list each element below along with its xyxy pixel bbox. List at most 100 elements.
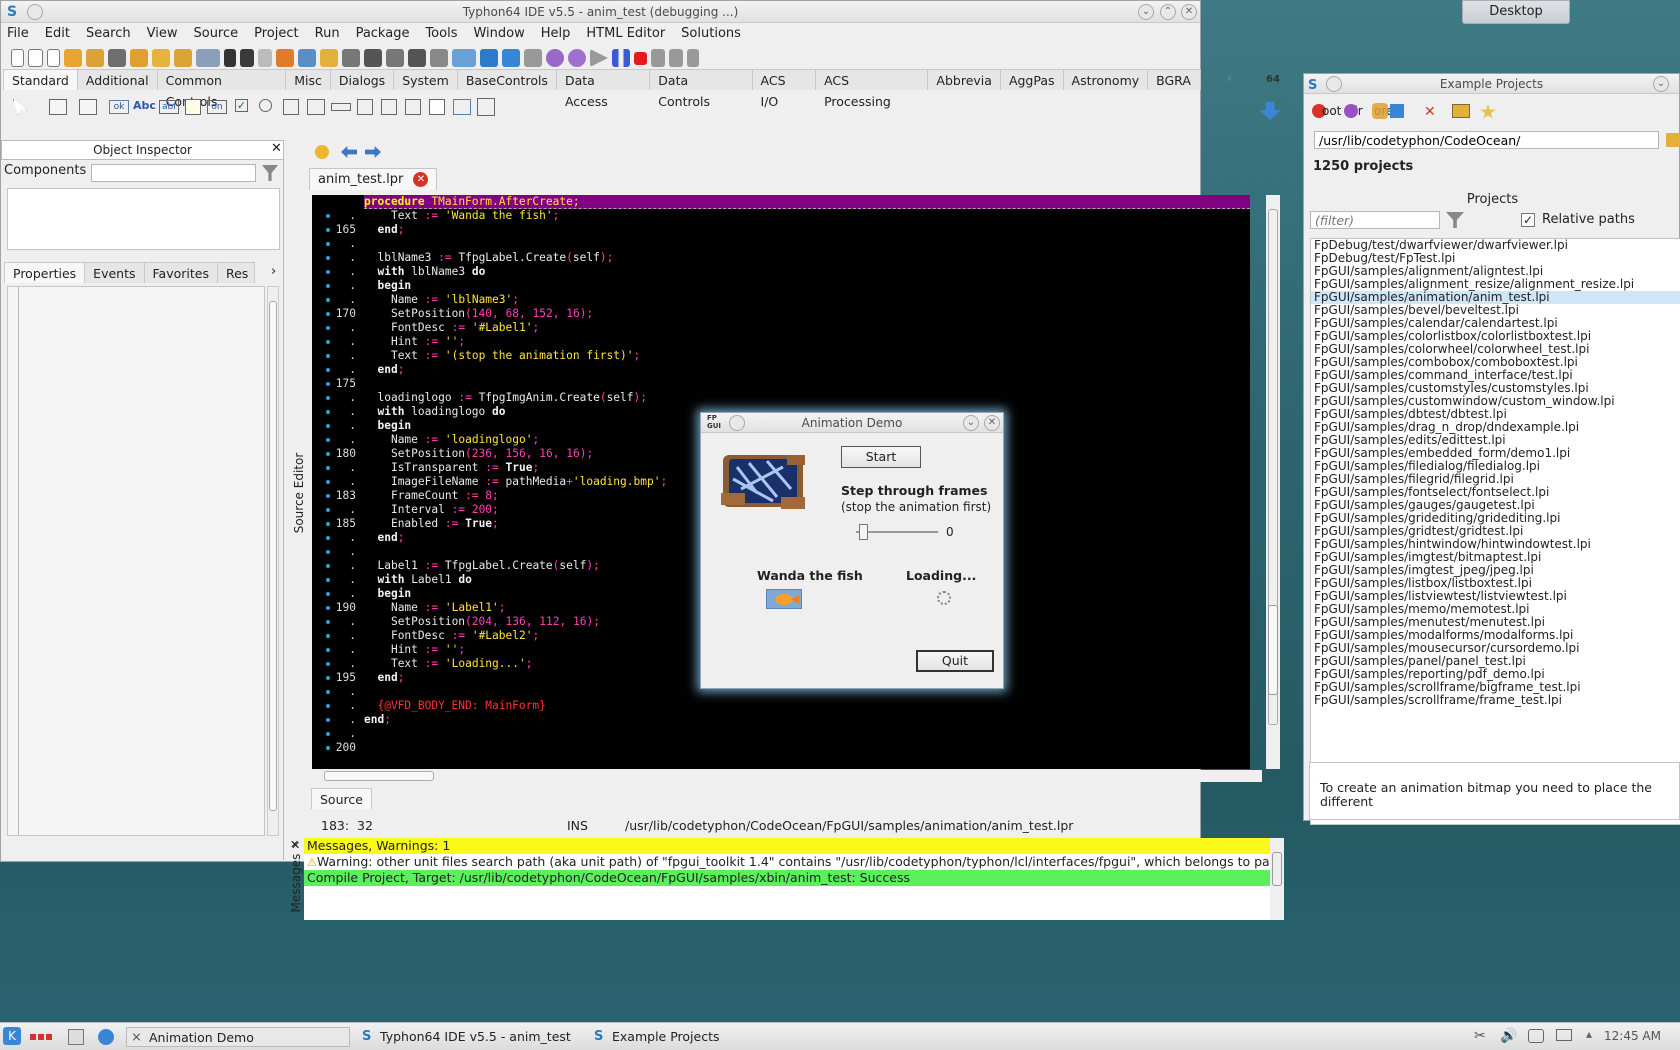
root-path-input[interactable] [1314, 131, 1659, 149]
code-line[interactable]: end; [364, 713, 1250, 727]
gutter-line[interactable]: . [312, 209, 362, 223]
code-line[interactable]: lblName3 := TfpgLabel.Create(self); [364, 251, 1250, 265]
breakpoint-marker-icon[interactable] [326, 256, 330, 260]
breakpoint-marker-icon[interactable] [326, 424, 330, 428]
gutter-line[interactable]: . [312, 531, 362, 545]
gutter-line[interactable]: 180 [312, 447, 362, 461]
palette-tab-misc[interactable]: Misc [285, 69, 331, 90]
new-form-icon[interactable] [28, 49, 43, 67]
breakpoint-marker-icon[interactable] [326, 368, 330, 372]
demo-titlebar[interactable]: FP GUI Animation Demo ⌄ ✕ [701, 413, 1003, 433]
gutter-line[interactable]: . [312, 419, 362, 433]
gutter-line[interactable]: . [312, 615, 362, 629]
gutter-line[interactable]: 175 [312, 377, 362, 391]
options-icon[interactable] [298, 49, 316, 67]
maximize-icon[interactable]: ⌃ [1160, 4, 1176, 20]
open-icon[interactable] [64, 49, 82, 67]
menu-help[interactable]: Help [533, 23, 579, 45]
code-line[interactable] [364, 237, 1250, 251]
gutter-line[interactable]: . [312, 265, 362, 279]
stop-icon[interactable] [634, 51, 647, 65]
palette-tab-data-controls[interactable]: Data Controls [649, 69, 753, 109]
breakpoint-marker-icon[interactable] [326, 676, 330, 680]
network-tray-icon[interactable] [1528, 1029, 1544, 1043]
folder-icon[interactable] [1452, 104, 1470, 118]
scrollbar-icon[interactable] [331, 103, 351, 111]
messages-scrollbar[interactable] [1270, 838, 1284, 920]
inspector-tab-properties[interactable]: Properties [4, 262, 86, 283]
menu-edit[interactable]: Edit [37, 23, 78, 45]
source-editor-side-tab[interactable]: Source Editor [289, 446, 306, 546]
gutter-line[interactable]: . [312, 699, 362, 713]
start-button[interactable]: Start [841, 446, 921, 468]
breakpoint-marker-icon[interactable] [326, 634, 330, 638]
message-success[interactable]: Compile Project, Target: /usr/lib/codety… [304, 870, 1270, 886]
breakpoint-marker-icon[interactable] [326, 438, 330, 442]
filter-icon[interactable] [262, 165, 278, 181]
build-icon[interactable] [276, 49, 294, 67]
breakpoint-marker-icon[interactable] [326, 396, 330, 400]
breakpoint-marker-icon[interactable] [326, 536, 330, 540]
gutter-line[interactable]: . [312, 685, 362, 699]
browse-folder-icon[interactable] [1666, 133, 1680, 147]
menu-view[interactable]: View [139, 23, 186, 45]
ide-menu-icon[interactable] [27, 4, 43, 20]
gutter-line[interactable] [312, 195, 362, 209]
gutter-line[interactable]: . [312, 629, 362, 643]
popupmenu-icon[interactable] [79, 99, 97, 115]
code-line[interactable]: {@VFD_BODY_END: MainForm} [364, 699, 1250, 713]
editor-hscrollbar[interactable] [312, 770, 1262, 782]
code-line[interactable]: with lblName3 do [364, 265, 1250, 279]
code-line[interactable]: Text := '(stop the animation first)'; [364, 349, 1250, 363]
breakpoint-marker-icon[interactable] [326, 690, 330, 694]
inspector-tab-favorites[interactable]: Favorites [143, 262, 218, 283]
checkbox-icon[interactable]: ✓ [235, 99, 248, 112]
gutter-line[interactable]: . [312, 279, 362, 293]
examples-menu-icon[interactable] [1326, 76, 1342, 92]
palette-tab-data-access[interactable]: Data Access [555, 69, 651, 109]
breakpoint-marker-icon[interactable] [326, 270, 330, 274]
breakpoint-marker-icon[interactable] [326, 354, 330, 358]
code-line[interactable] [364, 377, 1250, 391]
code-line[interactable]: Hint := ''; [364, 335, 1250, 349]
breakpoint-marker-icon[interactable] [326, 508, 330, 512]
palette-tab-aggpas[interactable]: AggPas [999, 69, 1064, 90]
menu-source[interactable]: Source [185, 23, 246, 45]
examples-minimize-icon[interactable]: ⌄ [1653, 76, 1669, 92]
gutter-line[interactable]: . [312, 475, 362, 489]
component-tree[interactable] [7, 188, 280, 250]
message-warning[interactable]: ⚠Warning: other unit files search path (… [304, 854, 1270, 870]
palette-tab-acs-processing[interactable]: ACS Processing [815, 69, 929, 109]
demo-close-icon[interactable]: ✕ [984, 415, 1000, 431]
breakpoint-marker-icon[interactable] [326, 494, 330, 498]
gutter-line[interactable]: . [312, 573, 362, 587]
close-file-icon[interactable] [152, 49, 170, 67]
frame-icon[interactable] [453, 99, 471, 115]
menu-file[interactable]: File [1, 23, 37, 45]
display-icon[interactable] [1556, 1029, 1572, 1041]
menu-window[interactable]: Window [465, 23, 532, 45]
breakpoint-marker-icon[interactable] [326, 578, 330, 582]
start-menu-icon[interactable]: K [3, 1027, 21, 1045]
property-grid[interactable] [7, 286, 265, 836]
new-unit-icon[interactable] [11, 49, 24, 67]
toggle-form-icon[interactable] [196, 49, 220, 67]
quit-button[interactable]: Quit [916, 650, 994, 672]
breakpoint-marker-icon[interactable] [326, 662, 330, 666]
palette-tab-bgra[interactable]: BGRA Cc [1147, 69, 1201, 90]
open-icon[interactable] [1344, 104, 1358, 118]
browser-icon[interactable] [98, 1029, 114, 1045]
breakpoint-marker-icon[interactable] [326, 606, 330, 610]
view-forms-icon[interactable] [240, 49, 254, 67]
breakpoint-marker-icon[interactable] [326, 312, 330, 316]
jump-back-icon[interactable] [341, 146, 357, 158]
gutter-line[interactable]: 200 [312, 741, 362, 755]
pointer-icon[interactable] [13, 99, 27, 115]
edit-icon[interactable]: abI [159, 100, 179, 114]
gear2-icon[interactable] [568, 49, 586, 67]
breakpoint-marker-icon[interactable] [326, 746, 330, 750]
breakpoint-marker-icon[interactable] [326, 298, 330, 302]
panel-icon[interactable] [429, 99, 445, 115]
code-line[interactable]: loadinglogo := TfpgImgAnim.Create(self); [364, 391, 1250, 405]
breakpoint-marker-icon[interactable] [326, 410, 330, 414]
